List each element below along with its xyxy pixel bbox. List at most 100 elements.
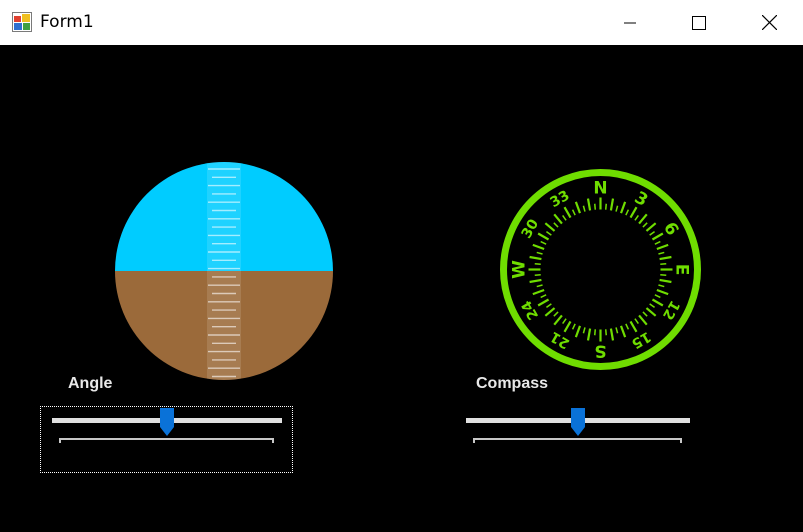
compass-tick <box>546 303 552 308</box>
angle-slider-tick-start <box>59 438 61 443</box>
title-bar[interactable]: Form1 <box>0 0 803 45</box>
compass-label: W <box>510 260 530 279</box>
compass-tick <box>529 255 542 261</box>
compass-tick <box>534 273 541 276</box>
compass-tick <box>642 311 648 317</box>
compass-tick <box>638 314 648 326</box>
compass-tick <box>553 314 563 326</box>
maximize-button[interactable] <box>676 0 722 45</box>
compass-tick <box>604 329 607 336</box>
compass-tick <box>544 222 556 232</box>
compass-tick <box>659 278 672 284</box>
compass-tick <box>604 203 607 210</box>
compass-tick <box>563 320 572 333</box>
compass-label: 6 <box>659 219 682 239</box>
pitch-ladder <box>207 162 241 380</box>
compass-tick <box>629 206 638 219</box>
compass-tick <box>645 222 657 232</box>
compass-tick <box>654 294 661 299</box>
compass-tick <box>574 325 582 338</box>
compass-tick <box>553 311 559 317</box>
compass-label: N <box>593 179 607 199</box>
compass-tick <box>562 215 567 221</box>
compass-ticks <box>528 197 673 342</box>
compass-slider-tick-line <box>473 438 682 440</box>
compass-tick <box>638 213 648 225</box>
compass-label: Compass <box>476 375 549 392</box>
compass-label: 24 <box>518 297 542 322</box>
angle-slider-thumb[interactable] <box>159 407 175 437</box>
compass-slider-thumb[interactable] <box>570 407 586 437</box>
compass-tick <box>537 298 550 307</box>
compass-tick <box>574 201 582 214</box>
window-title: Form1 <box>40 12 94 32</box>
compass-tick <box>529 278 542 284</box>
compass-tick <box>586 198 592 211</box>
compass-label: E <box>672 264 692 276</box>
compass-tick <box>594 329 597 336</box>
compass-tick <box>532 288 545 296</box>
compass-tick <box>651 232 664 241</box>
compass-tick <box>615 327 619 334</box>
minimize-icon <box>624 22 636 23</box>
compass-tick <box>594 203 597 210</box>
compass-tick <box>534 263 541 266</box>
winforms-app-icon <box>12 12 32 32</box>
compass-tick <box>629 320 638 333</box>
compass-tick <box>540 240 547 245</box>
angle-slider-tick-line <box>59 438 274 440</box>
compass-tick <box>609 198 615 211</box>
compass-tick <box>625 209 630 216</box>
compass-tick <box>656 288 669 296</box>
compass-tick <box>540 294 547 299</box>
compass-tick <box>563 206 572 219</box>
compass-tick <box>571 323 576 330</box>
compass-tick <box>532 243 545 251</box>
minimize-button[interactable] <box>607 0 653 45</box>
angle-slider-tick-end <box>272 438 274 443</box>
angle-label: Angle <box>68 375 113 392</box>
compass-tick <box>645 307 657 317</box>
close-icon <box>761 15 777 30</box>
compass-tick <box>654 240 661 245</box>
compass-tick <box>658 251 665 255</box>
maximize-icon <box>692 15 706 30</box>
compass-tick <box>546 231 552 236</box>
compass-label: 21 <box>548 328 573 352</box>
compass-tick <box>536 251 543 255</box>
compass-label: 30 <box>519 216 543 241</box>
compass-tick <box>609 328 615 341</box>
compass-tick <box>659 255 672 261</box>
compass-label: 33 <box>548 188 573 212</box>
compass-tick <box>536 284 543 288</box>
compass-tick <box>553 222 559 228</box>
compass-tick <box>582 205 586 212</box>
compass-tick <box>634 318 639 324</box>
compass-tick <box>634 215 639 221</box>
angle-slider[interactable] <box>50 405 284 450</box>
compass-tick <box>649 231 655 236</box>
compass-tick <box>625 323 630 330</box>
compass-tick <box>651 298 664 307</box>
compass-tick <box>619 201 627 214</box>
compass-tick <box>562 318 567 324</box>
attitude-indicator <box>115 162 333 380</box>
compass-label: 15 <box>629 328 654 352</box>
compass-label: 3 <box>631 188 651 211</box>
compass-slider-tick-end <box>680 438 682 443</box>
compass-tick <box>544 307 556 317</box>
compass-tick <box>571 209 576 216</box>
compass-tick <box>582 327 586 334</box>
form-client-area: N 3 6 E 12 15 S 21 24 W 30 33 Angle Compass <box>0 45 803 532</box>
compass-label: 12 <box>659 298 683 323</box>
compass-label: S <box>594 341 606 361</box>
compass-tick <box>658 284 665 288</box>
compass-tick <box>656 243 669 251</box>
compass-tick <box>586 328 592 341</box>
compass-slider[interactable] <box>464 405 692 450</box>
compass-tick <box>619 325 627 338</box>
compass-tick <box>660 273 667 276</box>
compass-tick <box>642 222 648 228</box>
close-button[interactable] <box>746 0 792 45</box>
compass-tick <box>660 263 667 266</box>
